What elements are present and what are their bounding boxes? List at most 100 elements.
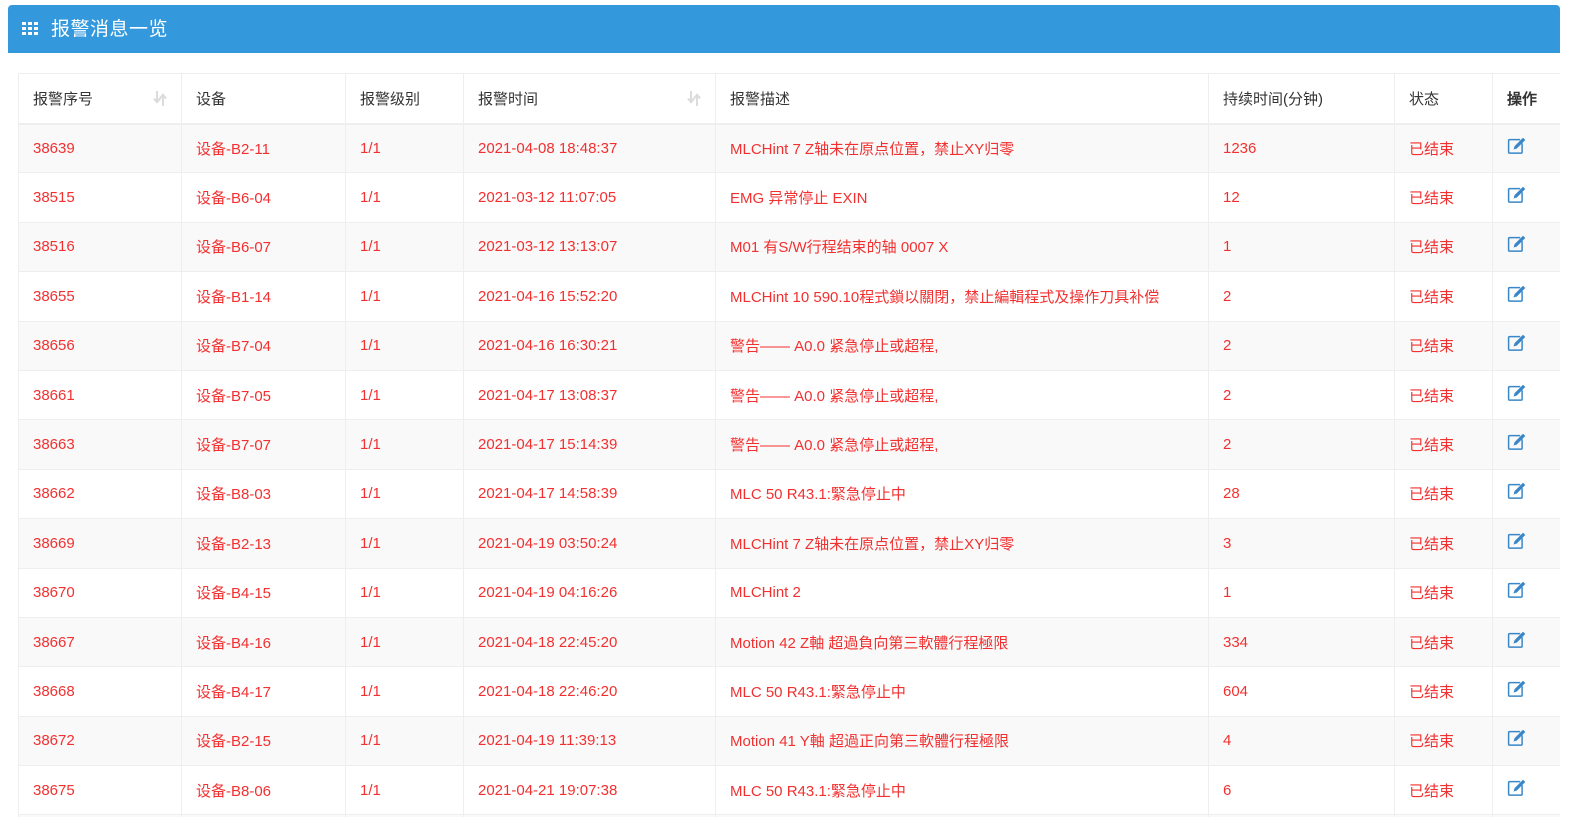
cell-status: 已结束 [1394, 222, 1493, 273]
column-header-status[interactable]: 状态 [1394, 73, 1493, 125]
cell-duration: 2 [1208, 271, 1395, 322]
edit-icon[interactable] [1507, 680, 1526, 699]
cell-alarm-id: 38655 [18, 271, 182, 322]
page-title: 报警消息一览 [51, 18, 169, 40]
cell-alarm-description: MLCHint 10 590.10程式鎖以關閉，禁止編輯程式及操作刀具补偿 [715, 271, 1209, 322]
cell-device: 设备-B7-04 [181, 321, 346, 371]
cell-alarm-description: MLCHint 7 Z轴未在原点位置，禁止XY归零 [715, 123, 1209, 174]
column-header-label: 设备 [196, 90, 227, 108]
table-row[interactable]: 38515 设备-B6-04 1/1 2021-03-12 11:07:05 EMG 异… [18, 172, 1560, 223]
cell-alarm-id: 38675 [18, 765, 182, 816]
table-row[interactable]: 38639 设备-B2-11 1/1 2021-04-08 18:48:37 MLCHi… [18, 123, 1560, 174]
sort-icon[interactable] [687, 90, 701, 106]
cell-alarm-level: 1/1 [345, 419, 464, 470]
column-header-alarm-description[interactable]: 报警描述 [715, 73, 1209, 125]
edit-icon[interactable] [1507, 235, 1526, 254]
edit-icon[interactable] [1507, 334, 1526, 353]
cell-alarm-time: 2021-04-08 18:48:37 [463, 123, 716, 174]
edit-icon[interactable] [1507, 532, 1526, 551]
cell-alarm-description: MLCHint 7 Z轴未在原点位置，禁止XY归零 [715, 518, 1209, 569]
cell-alarm-description: Motion 41 Y軸 超過正向第三軟體行程極限 [715, 716, 1209, 767]
edit-icon[interactable] [1507, 285, 1526, 304]
cell-alarm-time: 2021-04-18 22:45:20 [463, 617, 716, 668]
table-row[interactable]: 38669 设备-B2-13 1/1 2021-04-19 03:50:24 MLCHi… [18, 518, 1560, 569]
table-header-row: 报警序号 设备 报警级别 报警时间 报警描述 持续时间(分钟) 状态 操作 [18, 73, 1560, 125]
cell-status: 已结束 [1394, 419, 1493, 470]
cell-duration: 3 [1208, 518, 1395, 569]
panel-header: 报警消息一览 [8, 5, 1560, 53]
column-header-label: 操作 [1507, 90, 1538, 108]
column-header-label: 报警序号 [33, 90, 94, 108]
edit-icon[interactable] [1507, 433, 1526, 452]
cell-duration: 2 [1208, 419, 1395, 470]
cell-status: 已结束 [1394, 123, 1493, 174]
cell-status: 已结束 [1394, 518, 1493, 569]
table-row[interactable]: 38663 设备-B7-07 1/1 2021-04-17 15:14:39 警告—— … [18, 419, 1560, 470]
table-row[interactable]: 38656 设备-B7-04 1/1 2021-04-16 16:30:21 警告—— … [18, 321, 1560, 371]
cell-alarm-level: 1/1 [345, 271, 464, 322]
column-header-alarm-time[interactable]: 报警时间 [463, 73, 716, 125]
edit-icon[interactable] [1507, 384, 1526, 403]
table-row[interactable]: 38668 设备-B4-17 1/1 2021-04-18 22:46:20 MLC 5… [18, 666, 1560, 717]
cell-action [1492, 419, 1560, 470]
cell-alarm-level: 1/1 [345, 518, 464, 569]
cell-alarm-description: MLCHint 2 [715, 568, 1209, 618]
cell-duration: 334 [1208, 617, 1395, 668]
cell-device: 设备-B6-07 [181, 222, 346, 273]
cell-alarm-time: 2021-04-21 19:07:38 [463, 765, 716, 816]
column-header-action: 操作 [1492, 73, 1560, 125]
cell-device: 设备-B4-17 [181, 666, 346, 717]
table-row[interactable]: 38670 设备-B4-15 1/1 2021-04-19 04:16:26 MLCHi… [18, 568, 1560, 618]
alarm-list-page: 报警消息一览 报警序号 设备 报警级别 报警时间 报警描述 持续时间(分钟) 状… [0, 0, 1576, 817]
cell-alarm-time: 2021-04-16 16:30:21 [463, 321, 716, 371]
cell-alarm-time: 2021-04-18 22:46:20 [463, 666, 716, 717]
edit-icon[interactable] [1507, 631, 1526, 650]
table-row[interactable]: 38675 设备-B8-06 1/1 2021-04-21 19:07:38 MLC 5… [18, 765, 1560, 816]
column-header-duration[interactable]: 持续时间(分钟) [1208, 73, 1395, 125]
cell-alarm-id: 38667 [18, 617, 182, 668]
cell-alarm-description: MLC 50 R43.1:緊急停止中 [715, 765, 1209, 816]
table-row[interactable]: 38655 设备-B1-14 1/1 2021-04-16 15:52:20 MLCHi… [18, 271, 1560, 322]
cell-device: 设备-B4-15 [181, 568, 346, 618]
cell-duration: 1236 [1208, 123, 1395, 174]
table-row[interactable]: 38667 设备-B4-16 1/1 2021-04-18 22:45:20 Motio… [18, 617, 1560, 668]
column-header-device[interactable]: 设备 [181, 73, 346, 125]
column-header-alarm-level[interactable]: 报警级别 [345, 73, 464, 125]
cell-alarm-id: 38672 [18, 716, 182, 767]
edit-icon[interactable] [1507, 729, 1526, 748]
cell-alarm-time: 2021-04-17 13:08:37 [463, 370, 716, 421]
cell-action [1492, 222, 1560, 273]
column-header-alarm-id[interactable]: 报警序号 [18, 73, 182, 125]
cell-duration: 1 [1208, 568, 1395, 618]
cell-status: 已结束 [1394, 617, 1493, 668]
edit-icon[interactable] [1507, 779, 1526, 798]
table-row[interactable]: 38662 设备-B8-03 1/1 2021-04-17 14:58:39 MLC 5… [18, 469, 1560, 520]
table-row[interactable]: 38516 设备-B6-07 1/1 2021-03-12 13:13:07 M01 有… [18, 222, 1560, 273]
cell-alarm-time: 2021-04-17 15:14:39 [463, 419, 716, 470]
column-header-label: 报警描述 [730, 90, 791, 108]
edit-icon[interactable] [1507, 186, 1526, 205]
cell-action [1492, 568, 1560, 618]
cell-status: 已结束 [1394, 271, 1493, 322]
cell-device: 设备-B4-16 [181, 617, 346, 668]
alarm-table-container: 报警序号 设备 报警级别 报警时间 报警描述 持续时间(分钟) 状态 操作 38… [18, 73, 1560, 817]
table-row[interactable]: 38672 设备-B2-15 1/1 2021-04-19 11:39:13 Motio… [18, 716, 1560, 767]
table-row[interactable]: 38661 设备-B7-05 1/1 2021-04-17 13:08:37 警告—— … [18, 370, 1560, 421]
cell-alarm-description: M01 有S/W行程结束的轴 0007 X [715, 222, 1209, 273]
cell-alarm-level: 1/1 [345, 370, 464, 421]
cell-device: 设备-B2-13 [181, 518, 346, 569]
cell-alarm-description: 警告—— A0.0 紧急停止或超程, [715, 321, 1209, 371]
cell-alarm-description: 警告—— A0.0 紧急停止或超程, [715, 419, 1209, 470]
cell-device: 设备-B8-06 [181, 765, 346, 816]
cell-status: 已结束 [1394, 370, 1493, 421]
edit-icon[interactable] [1507, 482, 1526, 501]
edit-icon[interactable] [1507, 581, 1526, 600]
cell-duration: 2 [1208, 321, 1395, 371]
cell-alarm-time: 2021-03-12 11:07:05 [463, 172, 716, 223]
cell-action [1492, 469, 1560, 520]
edit-icon[interactable] [1507, 137, 1526, 156]
cell-alarm-id: 38662 [18, 469, 182, 520]
cell-duration: 6 [1208, 765, 1395, 816]
sort-icon[interactable] [153, 90, 167, 106]
cell-alarm-description: MLC 50 R43.1:緊急停止中 [715, 469, 1209, 520]
